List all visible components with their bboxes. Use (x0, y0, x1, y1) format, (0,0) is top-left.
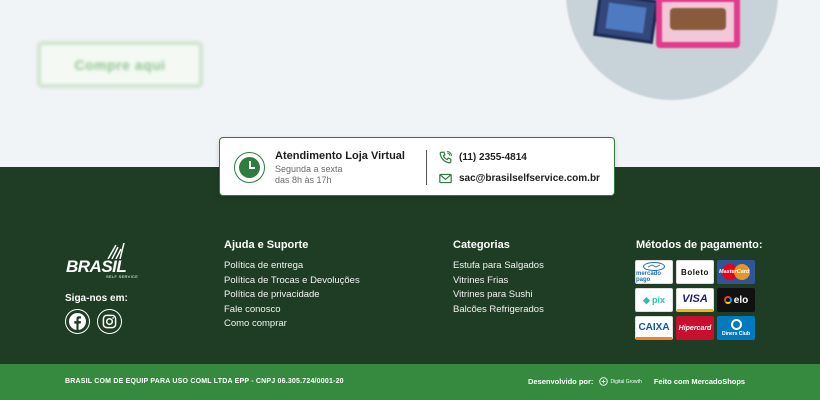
bottom-bar: BRASIL COM DE EQUIP PARA USO COML LTDA E… (0, 364, 820, 400)
brand-logo[interactable]: BRASIL SELF SERVICE (66, 243, 138, 279)
support-link-how-to-buy[interactable]: Como comprar (224, 317, 360, 332)
mercado-pago-logo: mercado pago (635, 260, 673, 284)
category-link[interactable]: Estufa para Salgados (453, 259, 544, 274)
service-hours-days: Segunda a sexta (275, 164, 343, 174)
support-title: Ajuda e Suporte (224, 239, 309, 251)
email-address: sac@brasilselfservice.com.br (459, 173, 600, 184)
payments-title: Métodos de pagamento: (636, 239, 763, 251)
category-link[interactable]: Vitrines para Sushi (453, 288, 544, 303)
mastercard-logo: MasterCard (717, 260, 755, 284)
caixa-logo: CAIXA (635, 316, 673, 340)
phone-icon (439, 151, 452, 164)
developer-icon (599, 377, 609, 386)
pix-logo: ◆ pix (635, 288, 673, 312)
diners-club-logo: Diners Club (717, 316, 755, 340)
service-hours: Segunda a sexta das 8h às 17h (275, 164, 343, 186)
customer-service-card: Atendimento Loja Virtual Segunda a sexta… (219, 137, 615, 196)
mail-icon (439, 173, 452, 184)
support-link-privacy[interactable]: Política de privacidade (224, 288, 360, 303)
instagram-link[interactable] (97, 309, 122, 334)
category-link[interactable]: Balcões Refrigerados (453, 303, 544, 318)
developed-by-label: Desenvolvido por: (528, 377, 594, 386)
developer-logo[interactable]: Digital Growth (599, 377, 642, 386)
phone-link[interactable]: (11) 2355-4814 (439, 151, 527, 164)
legal-text: BRASIL COM DE EQUIP PARA USO COML LTDA E… (65, 378, 344, 385)
facebook-icon (69, 313, 86, 330)
clock-icon (234, 152, 265, 183)
service-divider (426, 150, 427, 185)
hero-product-image (566, 0, 778, 100)
buy-here-label: Compre aqui (74, 56, 166, 73)
hipercard-logo: Hipercard (676, 316, 714, 340)
buy-here-button[interactable]: Compre aqui (37, 41, 203, 88)
elo-logo: elo (717, 288, 755, 312)
categories-links: Estufa para Salgados Vitrines Frias Vitr… (453, 259, 544, 317)
developer-name: Digital Growth (610, 378, 642, 385)
support-link-returns[interactable]: Política de Trocas e Devoluções (224, 274, 360, 289)
categories-title: Categorias (453, 239, 510, 251)
service-title: Atendimento Loja Virtual (275, 150, 405, 162)
credits: Desenvolvido por: Digital Growth Feito c… (528, 377, 745, 386)
service-hours-time: das 8h às 17h (275, 175, 332, 185)
payment-methods: mercado pago Boleto MasterCard ◆ pix VISA… (635, 260, 755, 340)
email-link[interactable]: sac@brasilselfservice.com.br (439, 172, 600, 185)
support-link-delivery[interactable]: Política de entrega (224, 259, 360, 274)
boleto-logo: Boleto (676, 260, 714, 284)
support-link-contact[interactable]: Fale conosco (224, 303, 360, 318)
visa-logo: VISA (676, 288, 714, 312)
logo-subtitle: SELF SERVICE (106, 274, 139, 279)
category-link[interactable]: Vitrines Frias (453, 274, 544, 289)
support-links: Política de entrega Política de Trocas e… (224, 259, 360, 332)
made-with-mercadoshops[interactable]: Feito com MercadoShops (654, 377, 745, 386)
follow-us-label: Siga-nos em: (65, 293, 128, 304)
instagram-icon (102, 314, 117, 329)
facebook-link[interactable] (65, 309, 90, 334)
phone-number: (11) 2355-4814 (459, 152, 527, 163)
